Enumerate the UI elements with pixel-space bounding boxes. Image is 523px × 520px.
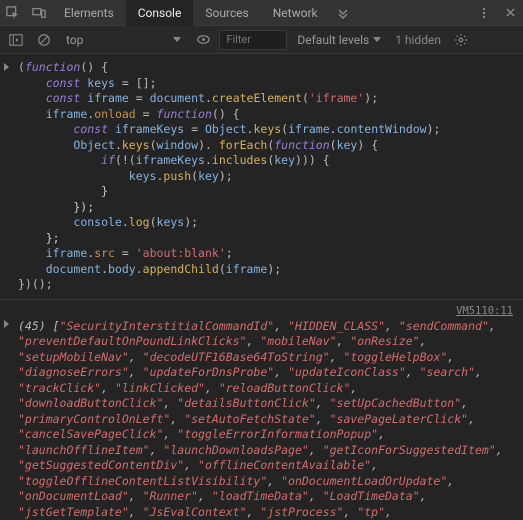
sidebar-toggle-icon[interactable]	[4, 28, 28, 52]
tab-elements[interactable]: Elements	[52, 0, 126, 26]
code-content: (function() { const keys = []; const ifr…	[18, 60, 440, 293]
log-levels-selector[interactable]: Default levels	[291, 33, 387, 47]
levels-label: Default levels	[297, 33, 369, 47]
device-toolbar-icon[interactable]	[26, 0, 52, 26]
chevron-down-icon	[373, 37, 381, 42]
console-log-output: VM5110:11 (45) ["SecurityInterstitialCom…	[0, 300, 523, 520]
kebab-menu-icon[interactable]	[471, 0, 497, 26]
tab-network[interactable]: Network	[261, 0, 330, 26]
expand-arrow-icon[interactable]	[4, 60, 18, 293]
tab-console[interactable]: Console	[126, 0, 194, 26]
source-link[interactable]: VM5110:11	[456, 305, 515, 317]
console-input-echo: (function() { const keys = []; const ifr…	[0, 58, 523, 300]
console-toolbar: top Default levels 1 hidden	[0, 26, 523, 54]
settings-gear-icon[interactable]	[449, 28, 473, 52]
filter-input[interactable]	[219, 30, 287, 50]
context-label: top	[66, 33, 83, 47]
expand-arrow-icon[interactable]	[4, 304, 18, 520]
chevron-down-icon	[173, 37, 181, 42]
clear-console-icon[interactable]	[32, 28, 56, 52]
live-expression-icon[interactable]	[191, 28, 215, 52]
hidden-count[interactable]: 1 hidden	[391, 33, 445, 47]
inspect-element-icon[interactable]	[0, 0, 26, 26]
devtools-tabbar: Elements Console Sources Network	[0, 0, 523, 26]
context-selector[interactable]: top	[60, 33, 187, 47]
console-messages: (function() { const keys = []; const ifr…	[0, 54, 523, 520]
array-value[interactable]: (45) ["SecurityInterstitialCommandId", "…	[18, 319, 515, 520]
more-tabs-icon[interactable]	[330, 0, 356, 26]
close-panel-icon[interactable]	[497, 0, 523, 26]
tab-sources[interactable]: Sources	[193, 0, 260, 26]
